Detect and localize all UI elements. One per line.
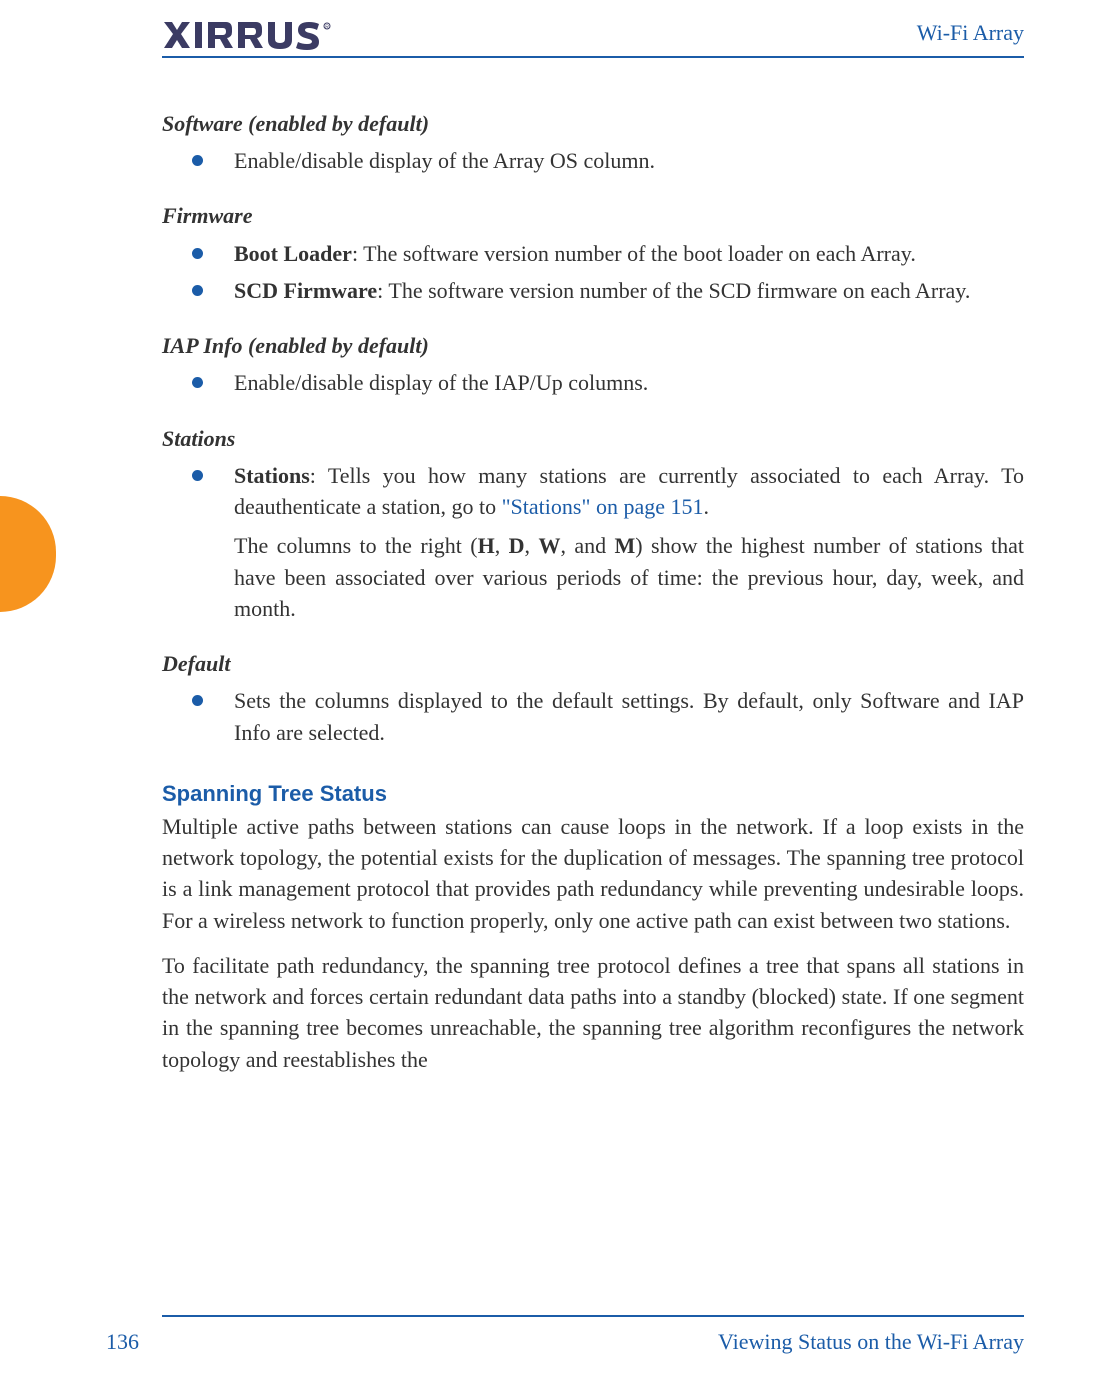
bullet-default-1: Sets the columns displayed to the defaul… [162, 685, 1024, 747]
bullet-stations-1: Stations: Tells you how many stations ar… [162, 460, 1024, 522]
subhead-iap: IAP Info (enabled by default) [162, 330, 1024, 361]
heading-spanning-tree: Spanning Tree Status [162, 778, 1024, 809]
stations-p2-a: The columns to the right ( [234, 533, 478, 558]
page-header: R Wi-Fi Array [162, 20, 1024, 60]
col-w: W [538, 533, 560, 558]
label-scd: SCD Firmware [234, 278, 377, 303]
footer-section-title: Viewing Status on the Wi-Fi Array [718, 1329, 1024, 1355]
subhead-default: Default [162, 648, 1024, 679]
svg-text:R: R [325, 25, 329, 31]
side-tab-marker [0, 496, 56, 612]
bullet-iap-1: Enable/disable display of the IAP/Up col… [162, 367, 1024, 398]
footer-rule [162, 1315, 1024, 1317]
col-m: M [615, 533, 636, 558]
bullet-software-1: Enable/disable display of the Array OS c… [162, 145, 1024, 176]
sep1: , [495, 533, 509, 558]
col-d: D [509, 533, 525, 558]
page-number: 136 [106, 1329, 162, 1355]
subhead-software: Software (enabled by default) [162, 108, 1024, 139]
col-h: H [478, 533, 495, 558]
subhead-stations: Stations [162, 423, 1024, 454]
stations-continuation: The columns to the right (H, D, W, and M… [162, 530, 1024, 624]
label-boot-loader: Boot Loader [234, 241, 352, 266]
page-content: Software (enabled by default) Enable/dis… [162, 108, 1024, 1075]
spanning-p1: Multiple active paths between stations c… [162, 811, 1024, 936]
link-stations-page[interactable]: "Stations" on page 151 [502, 494, 704, 519]
header-rule [162, 56, 1024, 58]
label-stations: Stations [234, 463, 310, 488]
bullet-firmware-boot: Boot Loader: The software version number… [162, 238, 1024, 269]
xirrus-logo: R [162, 20, 342, 55]
text-stations-1b: . [703, 494, 709, 519]
sep2: , [525, 533, 539, 558]
text-boot-loader: : The software version number of the boo… [352, 241, 916, 266]
text-scd: : The software version number of the SCD… [377, 278, 970, 303]
sep3: , and [560, 533, 614, 558]
header-title: Wi-Fi Array [917, 20, 1024, 46]
page-footer: 136 Viewing Status on the Wi-Fi Array [106, 1329, 1024, 1355]
subhead-firmware: Firmware [162, 200, 1024, 231]
spanning-p2: To facilitate path redundancy, the spann… [162, 950, 1024, 1075]
bullet-firmware-scd: SCD Firmware: The software version numbe… [162, 275, 1024, 306]
